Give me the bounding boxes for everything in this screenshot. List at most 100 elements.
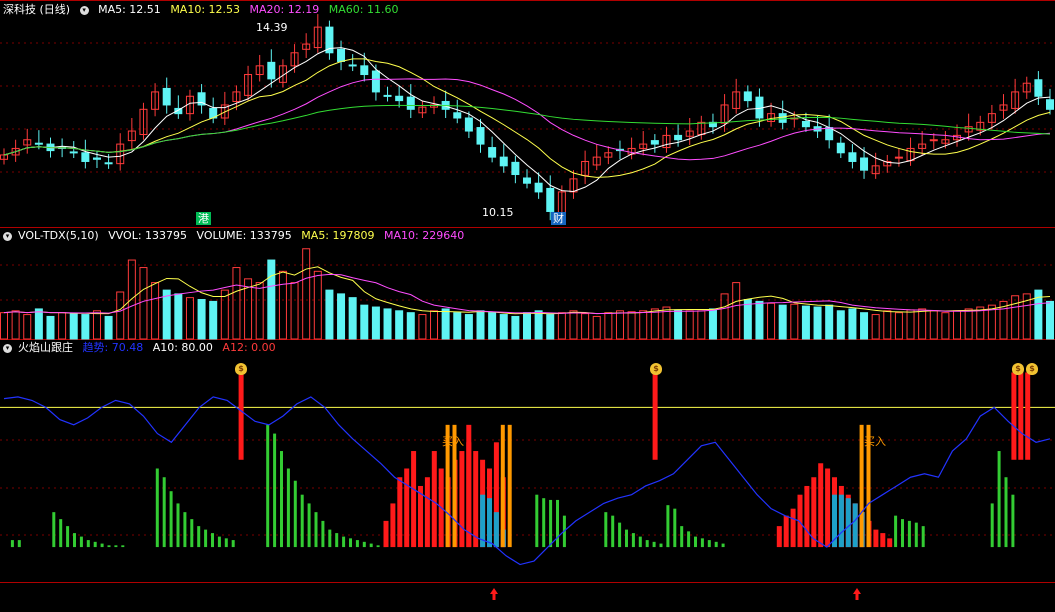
ma60-line bbox=[3, 104, 1051, 156]
volume-bar bbox=[685, 310, 694, 340]
volume-bar bbox=[11, 310, 20, 340]
volume-bar bbox=[569, 310, 578, 340]
green-signal-bar bbox=[349, 538, 352, 548]
volume-bar bbox=[1046, 300, 1054, 340]
green-signal-bar bbox=[73, 533, 76, 548]
green-signal-bar bbox=[342, 536, 346, 548]
buy-arrow-icon bbox=[490, 588, 498, 600]
red-signal-bar bbox=[424, 477, 430, 548]
green-signal-bar bbox=[535, 494, 539, 548]
green-signal-bar bbox=[355, 540, 359, 548]
green-signal-bar bbox=[52, 512, 56, 548]
green-signal-bar bbox=[618, 522, 622, 548]
volume-bar bbox=[278, 270, 287, 340]
candle-body bbox=[267, 61, 276, 80]
green-signal-bar bbox=[638, 536, 642, 548]
volume-bar bbox=[348, 297, 357, 340]
green-signal-bar bbox=[217, 536, 221, 548]
volume-bar bbox=[848, 308, 857, 340]
chevron-down-icon[interactable]: ▾ bbox=[79, 6, 89, 15]
candle-body bbox=[801, 120, 810, 128]
volume-bar bbox=[430, 310, 439, 340]
green-signal-bar bbox=[687, 531, 691, 548]
volume-bar bbox=[0, 312, 8, 340]
volume-bar bbox=[790, 303, 799, 340]
green-signal-bar bbox=[328, 529, 332, 548]
green-signal-bar bbox=[162, 477, 166, 548]
volume-bar bbox=[406, 312, 415, 340]
green-signal-bar bbox=[190, 519, 194, 548]
teal-signal-bar bbox=[845, 498, 851, 548]
flame-panel-header: ▾ 火焰山跟庄 趋势: 70.48 A10: 80.00 A12: 0.00 bbox=[3, 341, 282, 355]
volume-bar bbox=[395, 310, 404, 340]
volume-bar bbox=[81, 314, 90, 340]
volume-bar bbox=[139, 267, 148, 340]
candle-body bbox=[499, 156, 508, 167]
volume-bar bbox=[464, 314, 473, 340]
volume-bar bbox=[894, 312, 903, 340]
volume-bar bbox=[627, 311, 636, 340]
volume-bar bbox=[116, 291, 125, 340]
green-signal-bar bbox=[659, 543, 663, 548]
volume-bar bbox=[69, 313, 78, 340]
green-signal-bar bbox=[604, 512, 608, 548]
volume-bar bbox=[639, 310, 648, 340]
buy-label-2: 买入 bbox=[864, 435, 886, 448]
candle-body bbox=[406, 96, 415, 110]
green-signal-bar bbox=[1011, 494, 1015, 548]
ma5-label: MA5: 12.51 bbox=[98, 3, 161, 16]
candle-body bbox=[488, 147, 497, 158]
money-bag-icon: $ bbox=[1012, 363, 1024, 375]
red-signal-bar bbox=[397, 477, 403, 548]
volume-bar bbox=[337, 293, 346, 340]
green-signal-bar bbox=[335, 533, 339, 548]
volume-bar bbox=[476, 310, 485, 340]
green-signal-bar bbox=[721, 543, 725, 548]
red-signal-bar bbox=[404, 468, 410, 548]
green-signal-bar bbox=[997, 451, 1001, 548]
volume-bar bbox=[325, 289, 334, 340]
green-signal-bar bbox=[556, 499, 559, 548]
red-spike-bar bbox=[1011, 372, 1017, 460]
volume-bar bbox=[499, 314, 508, 340]
volume-bar bbox=[46, 315, 55, 340]
green-signal-bar bbox=[169, 491, 173, 548]
red-spike-bar bbox=[238, 372, 244, 460]
volume-bar bbox=[557, 312, 566, 340]
volume-bar bbox=[650, 308, 659, 340]
volume-bar bbox=[174, 293, 183, 340]
green-signal-bar bbox=[293, 480, 297, 548]
candle-body bbox=[894, 156, 903, 159]
green-signal-bar bbox=[314, 512, 318, 548]
orange-signal-bar bbox=[507, 424, 512, 548]
volume-bar bbox=[255, 282, 264, 340]
red-signal-bar bbox=[887, 538, 893, 548]
hk-badge[interactable]: 港 bbox=[196, 212, 211, 225]
green-signal-bar bbox=[307, 503, 311, 548]
green-signal-bar bbox=[266, 424, 270, 548]
green-signal-bar bbox=[914, 522, 918, 548]
green-signal-bar bbox=[93, 541, 97, 548]
chevron-down-icon[interactable]: ▾ bbox=[3, 232, 12, 241]
chevron-down-icon[interactable]: ▾ bbox=[3, 344, 12, 353]
green-signal-bar bbox=[10, 540, 14, 548]
green-signal-bar bbox=[694, 536, 697, 548]
finance-badge[interactable]: 财 bbox=[551, 212, 566, 225]
volume-bar bbox=[743, 299, 752, 340]
volume-bar bbox=[929, 310, 938, 340]
volume-bar bbox=[488, 312, 497, 340]
volume-bar bbox=[209, 300, 218, 340]
green-signal-bar bbox=[680, 526, 684, 548]
candle-body bbox=[836, 142, 845, 154]
price-panel-header: 深科技 (日线) ▾ MA5: 12.51 MA10: 12.53 MA20: … bbox=[3, 3, 404, 17]
red-signal-bar bbox=[804, 485, 810, 548]
trend-line bbox=[3, 396, 1051, 566]
volume-bar bbox=[185, 297, 194, 340]
volume-bar bbox=[418, 314, 427, 340]
volume-bar bbox=[197, 299, 206, 340]
vol-ma5-line bbox=[3, 266, 1051, 315]
volume-bar bbox=[767, 302, 776, 340]
a12-label: A12: 0.00 bbox=[222, 341, 276, 354]
volume-bar bbox=[906, 309, 915, 340]
volume-panel-header: ▾ VOL-TDX(5,10) VVOL: 133795 VOLUME: 1337… bbox=[3, 229, 470, 243]
